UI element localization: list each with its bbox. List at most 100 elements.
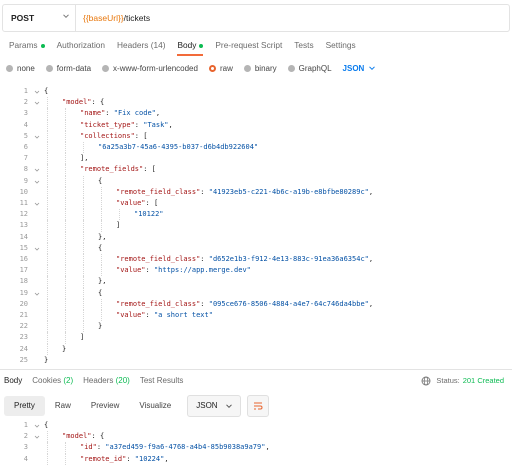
line-number: 13 [19,221,28,230]
indent-guide [47,97,48,109]
tab-label: Pre-request Script [215,40,283,50]
indent-guide [47,175,48,187]
indent-guide [47,242,48,254]
indent-guide [47,276,48,288]
indent-guide [47,265,48,277]
code-line: 17 "value": "https://app.merge.dev" [0,265,510,277]
globe-icon[interactable] [421,376,431,386]
radio-icon [102,64,110,72]
indent-guide [65,130,66,142]
code-line: 20 "remote_field_class": "095ce676-8506-4… [0,298,510,310]
json-punct: : [200,255,209,263]
json-punct: { [98,176,103,185]
tab-headers[interactable]: Headers (14) [117,36,165,54]
tab-params[interactable]: Params [9,36,45,54]
fold-chevron-icon[interactable] [34,423,40,429]
json-punct: }, [98,232,107,241]
json-string: "a37ed459-f9a6-4768-a4b4-85b9038a9a79" [105,443,266,452]
body-format-select[interactable]: JSON [343,64,376,73]
code-line: 19 { [0,287,510,299]
fold-chevron-icon[interactable] [34,434,40,440]
code-text: ] [80,332,84,343]
body-type-raw[interactable]: raw [208,64,233,73]
code-line: 5 "collections": [ [0,130,510,142]
tab-tests[interactable]: Tests [294,36,313,54]
response-tab-cookies[interactable]: Cookies (2) [32,374,73,388]
view-visualize-button[interactable]: Visualize [129,396,181,416]
response-format-select[interactable]: JSON [187,395,241,417]
tab-pre-request-script[interactable]: Pre-request Script [215,36,282,54]
indent-guide [65,321,66,333]
json-string: "a short text" [153,311,213,319]
body-type-x-www-form-urlencoded[interactable]: x-www-form-urlencoded [102,64,198,73]
fold-chevron-icon[interactable] [34,291,40,297]
line-number: 23 [19,333,28,342]
body-type-form-data[interactable]: form-data [45,64,91,73]
radio-label: binary [254,63,277,73]
line-number: 17 [19,266,28,275]
indent-guide [65,175,66,187]
line-number: 12 [19,210,28,219]
method-select[interactable]: POST [3,5,76,31]
indent-guide [65,298,66,310]
pane-divider[interactable] [0,369,512,370]
line-number: 11 [19,199,28,207]
response-body-viewer[interactable]: 1{2 "model": {3 "id": "a37ed459-f9a6-4768-… [0,420,510,468]
code-line: 1{ [0,420,510,431]
radio-label: none [17,63,35,73]
indent-guide [83,142,84,154]
fold-chevron-icon[interactable] [34,100,40,106]
indent-guide [101,265,102,277]
fold-chevron-icon[interactable] [34,89,40,95]
code-text: } [62,344,66,355]
line-number: 22 [19,322,28,331]
code-text: "model": { [62,97,104,108]
body-type-none[interactable]: none [6,64,35,73]
response-view-toolbar: Pretty Raw Preview Visualize JSON [4,395,269,417]
url-input[interactable]: {{baseUrl}}/tickets [83,5,150,31]
code-text: "6a25a3b7-45a6-4395-b037-d6b4db922604" [98,142,258,153]
fold-chevron-icon[interactable] [34,167,40,173]
indent-guide [83,254,84,266]
tab-label: Body [4,376,23,385]
code-text: ] [116,220,120,231]
json-string: "41923eb5-c221-4b6c-a19b-e8bfbe80289c" [208,187,369,196]
json-key: "remote_field_class" [116,299,201,308]
wrap-lines-button[interactable] [246,395,269,417]
fold-chevron-icon[interactable] [34,179,40,185]
json-punct: }, [98,277,107,286]
fold-chevron-icon[interactable] [34,134,40,140]
view-pretty-button[interactable]: Pretty [4,396,45,416]
tab-label: Test Results [139,376,184,385]
line-number: 24 [19,344,28,353]
fold-chevron-icon[interactable] [34,246,40,252]
json-punct: { [98,288,103,297]
code-text: "value": [ [116,198,158,209]
view-raw-button[interactable]: Raw [45,396,81,416]
json-punct: ], [80,154,89,163]
tab-body[interactable]: Body [177,36,204,56]
response-tab-headers[interactable]: Headers (20) [83,374,130,388]
fold-chevron-icon[interactable] [34,201,40,207]
body-type-graphql[interactable]: GraphQL [287,64,332,73]
json-key: "remote_fields" [80,165,144,174]
json-key: "model" [62,432,92,441]
tab-count: (20) [113,376,130,385]
radio-icon [6,64,13,72]
request-body-editor[interactable]: 1{2 "model": {3 "name": "Fix code", 4 "ticke… [0,86,510,368]
body-format-label: JSON [342,63,365,73]
line-number: 18 [19,277,28,286]
tab-settings[interactable]: Settings [326,36,356,54]
url-path: /tickets [123,13,151,23]
line-number: 4 [23,120,28,129]
line-number: 25 [19,355,28,364]
tab-authorization[interactable]: Authorization [57,36,105,54]
body-type-binary[interactable]: binary [243,63,277,73]
view-preview-button[interactable]: Preview [81,396,129,416]
tab-label: Tests [294,40,314,50]
response-tab-test-results[interactable]: Test Results [140,374,184,388]
indent-guide [47,164,48,176]
indent-guide [65,198,66,210]
status-dot-icon [40,43,45,48]
response-tab-body[interactable]: Body [4,374,22,388]
